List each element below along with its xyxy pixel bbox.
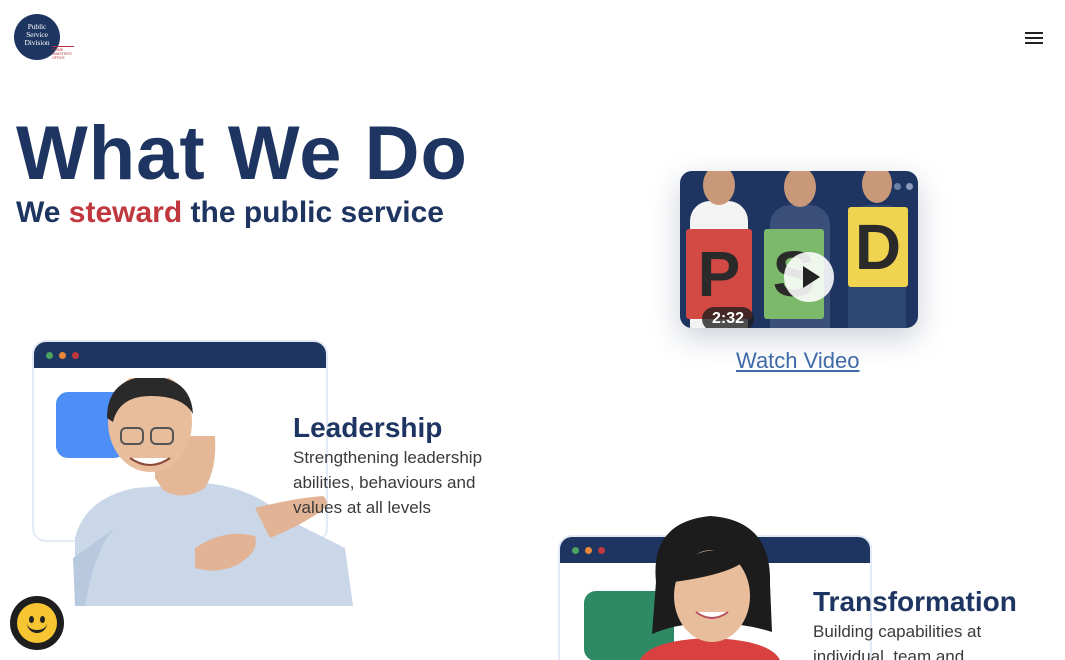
card-title-bar <box>34 342 326 368</box>
smiley-face-icon <box>17 603 57 643</box>
hamburger-menu-icon[interactable] <box>1021 29 1047 49</box>
window-dot <box>46 352 53 359</box>
window-dot <box>894 183 901 190</box>
window-dot <box>598 547 605 554</box>
page-title: What We Do <box>16 111 468 196</box>
window-dot <box>72 352 79 359</box>
menu-line <box>1025 37 1043 39</box>
video-frame: P S D 2:32 <box>680 171 918 328</box>
transformation-portrait <box>640 516 780 660</box>
play-icon[interactable] <box>784 252 834 302</box>
letter-sign: D <box>848 207 908 287</box>
window-dot <box>572 547 579 554</box>
menu-line <box>1025 32 1043 34</box>
smiley-mouth <box>27 622 47 633</box>
sign-letter: P <box>697 238 741 310</box>
menu-line <box>1025 42 1043 44</box>
person-head <box>862 171 892 203</box>
video-thumbnail[interactable]: P S D 2:32 <box>668 150 928 332</box>
page-subtitle: We steward the public service <box>16 196 444 230</box>
person-head <box>784 171 816 207</box>
watch-video-link[interactable]: Watch Video <box>736 348 860 374</box>
feature-desc-leadership: Strengthening leadership abilities, beha… <box>293 448 483 517</box>
subtitle-post: the public service <box>182 196 444 229</box>
letter-sign: P <box>686 229 752 319</box>
window-dot <box>585 547 592 554</box>
person-head <box>703 171 735 205</box>
subtitle-accent: steward <box>68 196 183 229</box>
psd-logo[interactable]: Public Service Division PRIME MINISTER'S… <box>14 14 76 64</box>
subtitle-pre: We <box>16 196 69 229</box>
video-duration: 2:32 <box>702 307 755 328</box>
feedback-button[interactable] <box>10 596 64 650</box>
window-dot <box>906 183 913 190</box>
feature-title-transformation: Transformation <box>813 586 1017 617</box>
logo-tagline: PRIME MINISTER'S OFFICE <box>52 46 74 60</box>
feature-desc-transformation: Building capabilities at individual, tea… <box>813 622 982 660</box>
feature-title-leadership: Leadership <box>293 412 443 443</box>
sign-letter: D <box>854 211 902 283</box>
window-dot <box>59 352 66 359</box>
